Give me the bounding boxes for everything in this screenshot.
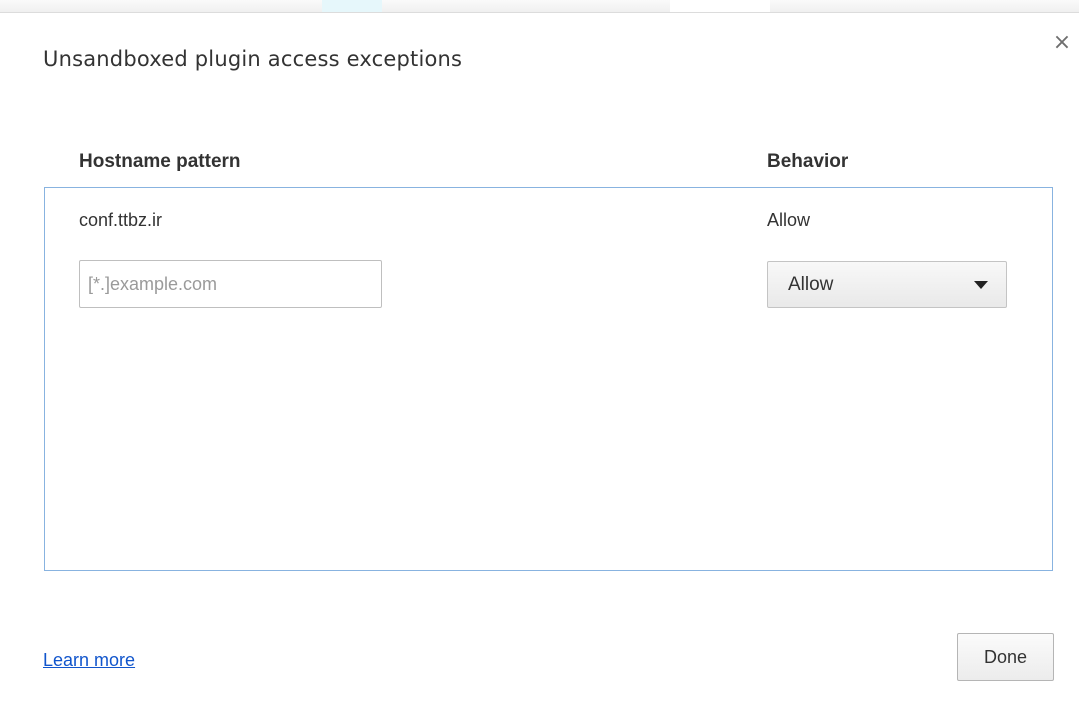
hostname-pattern-input[interactable] [79, 260, 382, 308]
exceptions-list: conf.ttbz.ir Allow Allow [44, 187, 1053, 571]
settings-page: Unsandboxed plugin access exceptions × H… [0, 0, 1079, 706]
exceptions-dialog: Unsandboxed plugin access exceptions × H… [0, 13, 1079, 706]
column-header-hostname: Hostname pattern [79, 151, 241, 172]
exception-behavior[interactable]: Allow [767, 210, 810, 231]
done-button[interactable]: Done [957, 633, 1054, 681]
chevron-down-icon [974, 281, 988, 289]
behavior-select-value: Allow [788, 274, 834, 295]
exception-hostname[interactable]: conf.ttbz.ir [79, 210, 162, 231]
column-header-behavior: Behavior [767, 151, 849, 172]
background-decoration [322, 0, 382, 12]
close-icon[interactable]: × [1052, 32, 1072, 54]
background-page-strip [0, 0, 1079, 13]
learn-more-link[interactable]: Learn more [43, 650, 135, 671]
behavior-select[interactable]: Allow [767, 261, 1007, 308]
dialog-title: Unsandboxed plugin access exceptions [43, 47, 463, 71]
